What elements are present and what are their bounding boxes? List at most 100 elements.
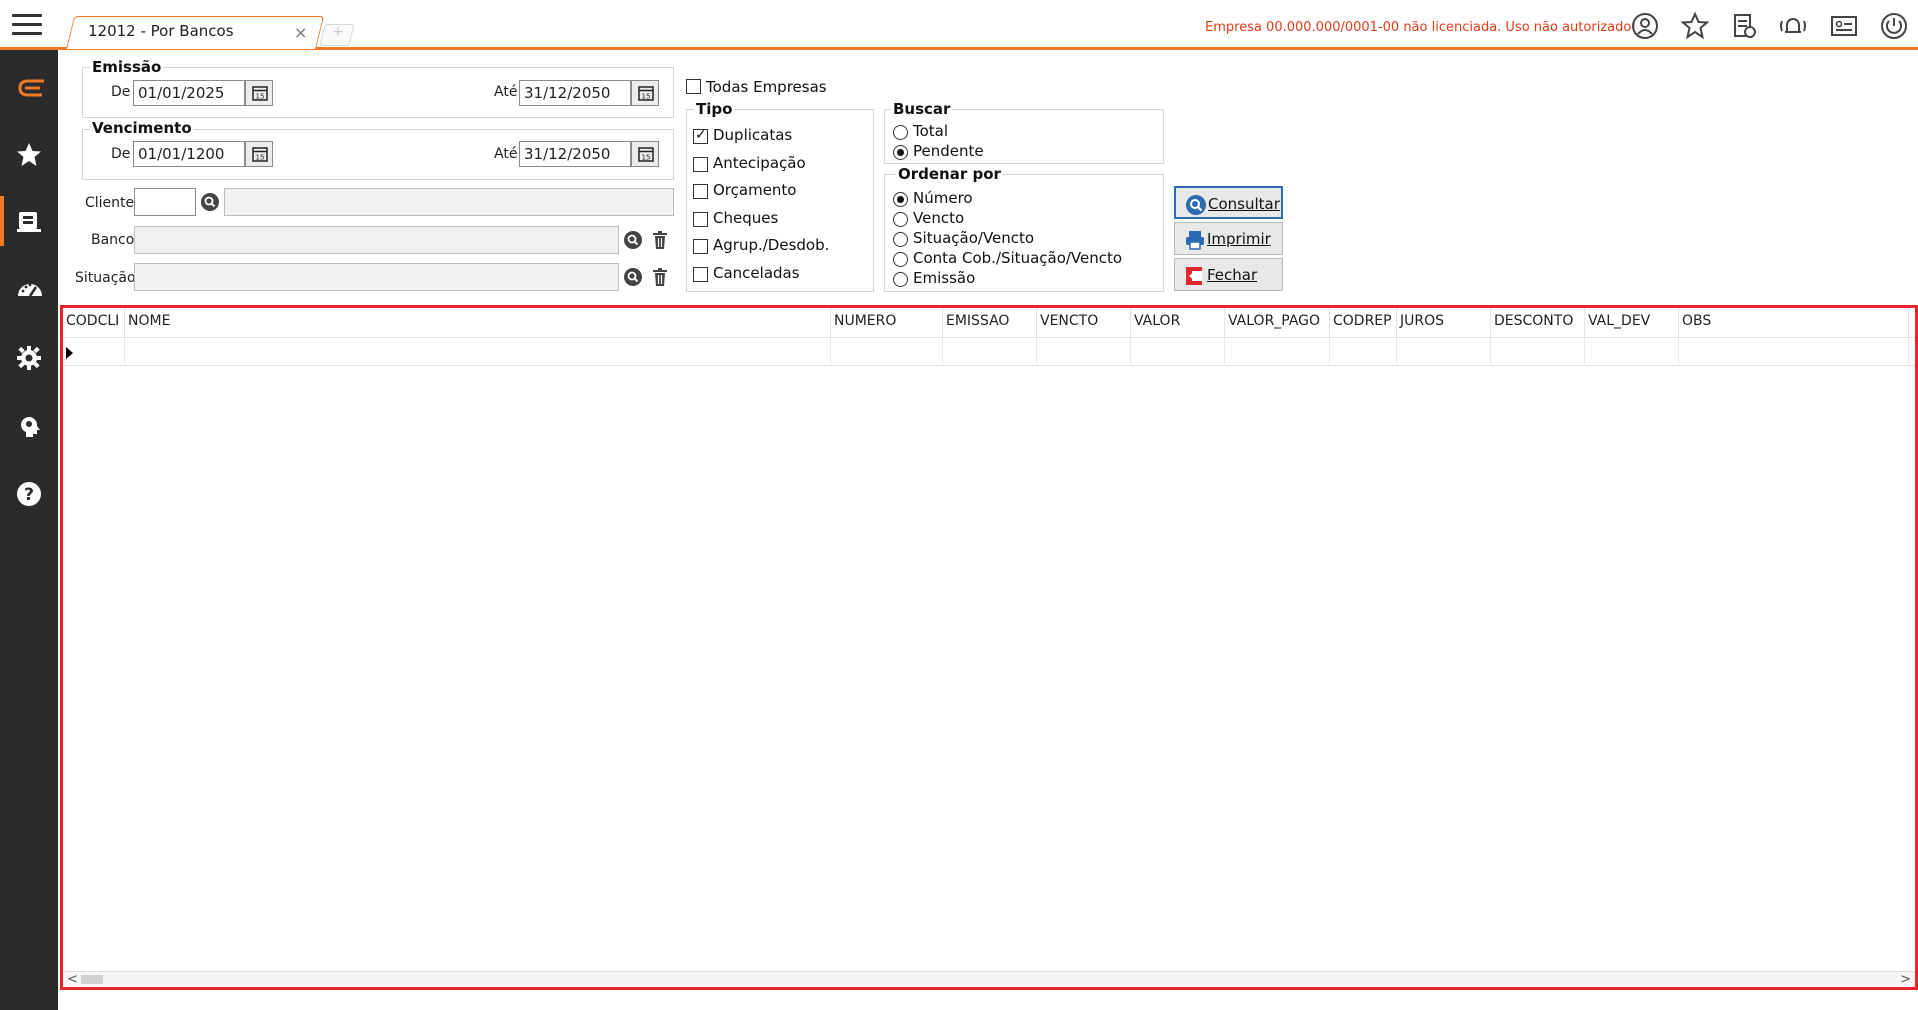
column-header-numero[interactable]: NUMERO xyxy=(831,308,943,338)
vencimento-ate-calendar-button[interactable]: 15 xyxy=(631,141,659,167)
banco-input[interactable] xyxy=(134,226,619,254)
ordenar-option-label: Vencto xyxy=(913,209,965,227)
column-header-juros[interactable]: JUROS xyxy=(1397,308,1491,338)
imprimir-button[interactable]: Imprimir xyxy=(1174,222,1283,255)
ordenar-radio-3[interactable] xyxy=(893,252,908,267)
grid-header: CODCLI NOME NUMERO EMISSAO VENCTO VALOR VALOR_… xyxy=(63,308,1915,338)
situacao-clear-trash-icon[interactable] xyxy=(650,267,670,287)
emissao-de-label: De xyxy=(111,84,131,100)
banco-clear-trash-icon[interactable] xyxy=(650,230,670,250)
user-icon[interactable] xyxy=(1630,11,1660,41)
id-card-icon[interactable] xyxy=(1829,11,1859,41)
column-header-nome[interactable]: NOME xyxy=(125,308,831,338)
scroll-left-icon[interactable]: < xyxy=(67,972,78,987)
tipo-option-label: Orçamento xyxy=(713,181,797,199)
todas-empresas-label: Todas Empresas xyxy=(706,78,827,96)
table-cell[interactable] xyxy=(831,338,943,366)
settings-icon[interactable] xyxy=(0,332,58,382)
help-icon[interactable]: ? xyxy=(0,468,58,518)
ordenar-radio-1[interactable] xyxy=(893,212,908,227)
sidebar-active-indicator xyxy=(0,196,4,246)
tipo-chk-4[interactable] xyxy=(693,239,708,254)
emissao-ate-calendar-button[interactable]: 15 xyxy=(631,80,659,106)
tipo-chk-3[interactable] xyxy=(693,211,708,227)
emissao-ate-label: Até xyxy=(494,84,518,100)
svg-text:15: 15 xyxy=(256,93,265,101)
ordenar-radio-2[interactable] xyxy=(893,232,908,247)
printer-icon xyxy=(1186,231,1204,250)
column-header-codcli[interactable]: CODCLI xyxy=(63,308,125,338)
buscar-radio-0[interactable] xyxy=(893,125,908,140)
table-cell[interactable] xyxy=(63,338,125,366)
scroll-thumb[interactable] xyxy=(81,975,103,984)
reports-icon[interactable] xyxy=(0,196,58,246)
table-cell[interactable] xyxy=(1131,338,1225,366)
table-cell[interactable] xyxy=(1585,338,1679,366)
column-header-val_dev[interactable]: VAL_DEV xyxy=(1585,308,1679,338)
cliente-search-icon[interactable] xyxy=(200,192,220,212)
favorites-star-icon[interactable] xyxy=(0,129,58,179)
tab-close-icon[interactable]: × xyxy=(294,23,307,42)
brain-gear-icon[interactable] xyxy=(0,400,58,450)
situacao-search-icon[interactable] xyxy=(623,267,643,287)
table-cell[interactable] xyxy=(1330,338,1397,366)
column-header-obs[interactable]: OBS xyxy=(1679,308,1909,338)
column-header-vencto[interactable]: VENCTO xyxy=(1037,308,1131,338)
tipo-chk-2[interactable] xyxy=(693,184,708,199)
consultar-button[interactable]: Consultar xyxy=(1174,186,1283,219)
tipo-chk-0[interactable] xyxy=(693,127,708,144)
table-row[interactable] xyxy=(63,338,1915,366)
ordenar-option-label: Número xyxy=(913,189,973,207)
column-header-valor[interactable]: VALOR xyxy=(1131,308,1225,338)
calendar-icon: 15 xyxy=(638,147,654,162)
ordenar-radio-0[interactable] xyxy=(893,192,908,207)
emissao-de-calendar-button[interactable]: 15 xyxy=(245,80,273,106)
situacao-input[interactable] xyxy=(134,263,619,291)
results-grid[interactable]: CODCLI NOME NUMERO EMISSAO VENCTO VALOR VALOR_… xyxy=(60,305,1918,990)
vencimento-de-input[interactable] xyxy=(133,141,245,167)
fechar-button[interactable]: Fechar xyxy=(1174,258,1283,291)
sidebar: ? xyxy=(0,50,58,1010)
table-cell[interactable] xyxy=(1225,338,1330,366)
table-cell[interactable] xyxy=(1397,338,1491,366)
cliente-code-input[interactable] xyxy=(134,188,196,216)
column-header-emissao[interactable]: EMISSAO xyxy=(943,308,1037,338)
tipo-chk-1[interactable] xyxy=(693,156,708,172)
column-header-codrep[interactable]: CODREP xyxy=(1330,308,1397,338)
star-icon[interactable] xyxy=(1680,11,1710,41)
emissao-de-input[interactable] xyxy=(133,80,245,106)
report-icon[interactable] xyxy=(1729,11,1759,41)
imprimir-label: Imprimir xyxy=(1207,230,1271,248)
svg-text:15: 15 xyxy=(642,154,651,162)
vencimento-ate-input[interactable] xyxy=(519,141,631,167)
table-cell[interactable] xyxy=(943,338,1037,366)
power-icon[interactable] xyxy=(1879,11,1909,41)
table-cell[interactable] xyxy=(1679,338,1909,366)
table-cell[interactable] xyxy=(1491,338,1585,366)
tipo-option-label: Canceladas xyxy=(713,263,800,282)
notification-icon[interactable] xyxy=(1778,11,1808,41)
table-cell[interactable] xyxy=(125,338,831,366)
ordenar-option-label: Emissão xyxy=(913,269,976,287)
dashboard-icon[interactable] xyxy=(0,263,58,313)
banco-label: Banco xyxy=(91,232,135,248)
logo-icon[interactable] xyxy=(0,62,58,112)
emissao-title: Emissão xyxy=(90,58,164,76)
table-cell[interactable] xyxy=(1037,338,1131,366)
tipo-chk-5[interactable] xyxy=(693,266,708,282)
menu-icon[interactable] xyxy=(12,14,42,36)
buscar-title: Buscar xyxy=(891,100,953,118)
vencimento-de-calendar-button[interactable]: 15 xyxy=(245,141,273,167)
tipo-option-label: Antecipação xyxy=(713,153,806,172)
buscar-radio-1[interactable] xyxy=(893,145,908,160)
scroll-right-icon[interactable]: > xyxy=(1900,972,1911,987)
column-header-valor_pago[interactable]: VALOR_PAGO xyxy=(1225,308,1330,338)
emissao-ate-input[interactable] xyxy=(519,80,631,106)
column-header-desconto[interactable]: DESCONTO xyxy=(1491,308,1585,338)
todas-empresas-checkbox[interactable] xyxy=(686,79,701,94)
bottom-strip xyxy=(58,990,1918,1010)
ordenar-radio-4[interactable] xyxy=(893,272,908,287)
horizontal-scrollbar[interactable]: < > xyxy=(63,971,1915,987)
vencimento-title: Vencimento xyxy=(90,119,194,137)
banco-search-icon[interactable] xyxy=(623,230,643,250)
